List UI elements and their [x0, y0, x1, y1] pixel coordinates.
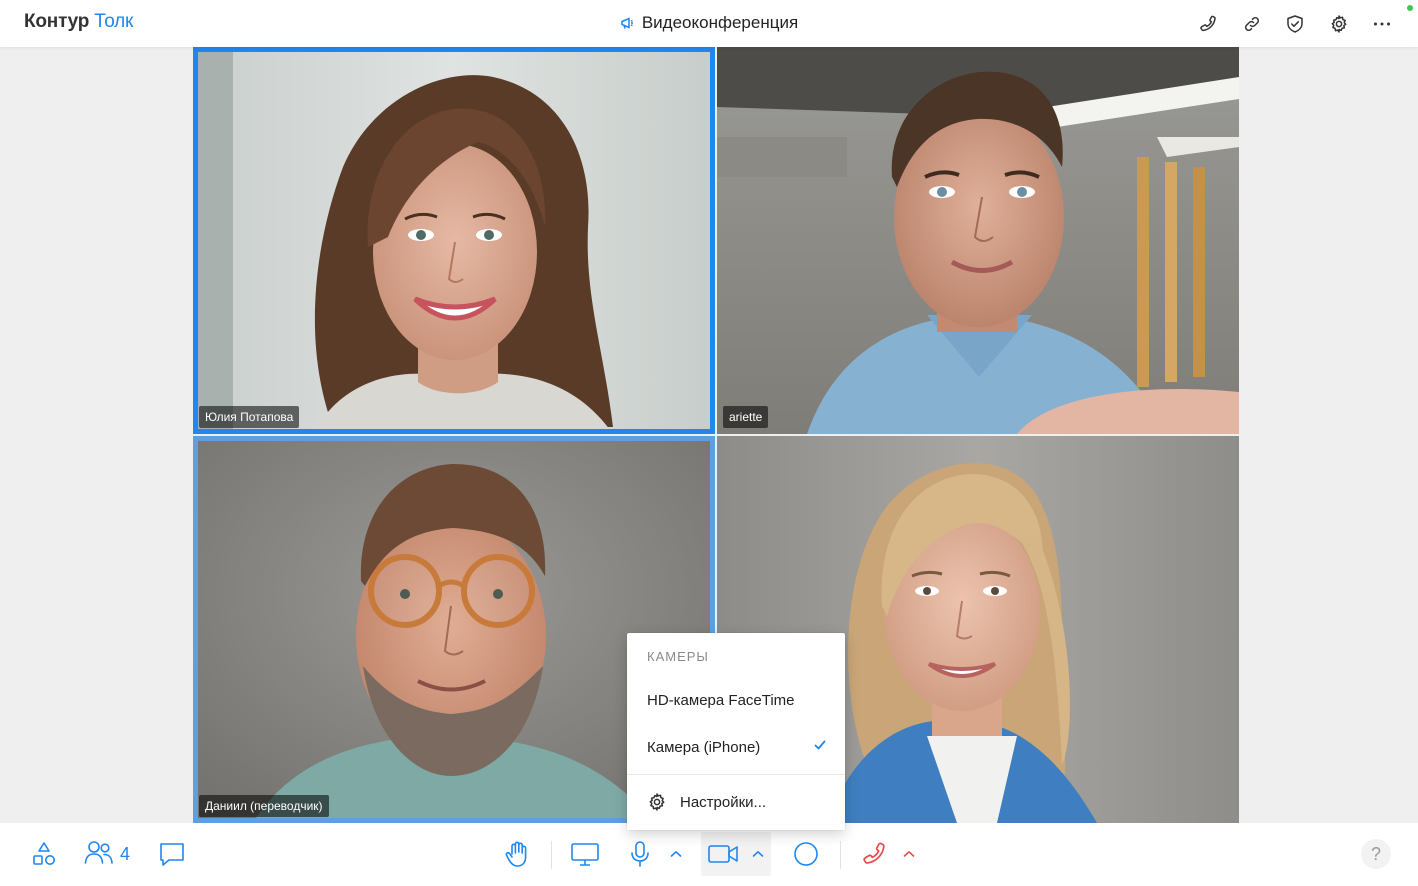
participant-name-tag: Даниил (переводчик): [199, 795, 329, 817]
camera-options-chevron-up-icon[interactable]: [748, 837, 768, 871]
participants-icon: [84, 839, 114, 870]
checkmark-icon: [813, 738, 827, 756]
shapes-icon[interactable]: [28, 837, 60, 871]
chat-icon[interactable]: [156, 837, 188, 871]
record-icon[interactable]: [790, 837, 822, 871]
more-icon[interactable]: [1361, 10, 1405, 38]
camera-option-facetime[interactable]: HD-камера FaceTime: [627, 678, 845, 722]
camera-option-label: Камера (iPhone): [647, 738, 761, 756]
online-status-dot: [1407, 5, 1413, 11]
phone-icon[interactable]: [1187, 10, 1231, 38]
video-tile-2[interactable]: ariette: [717, 47, 1239, 434]
participant-name-tag: Юлия Потапова: [199, 406, 300, 428]
participants-count: 4: [120, 843, 131, 864]
toolbar-divider: [551, 841, 552, 869]
participant-video: [717, 47, 1239, 434]
camera-menu: КАМЕРЫ HD-камера FaceTime Камера (iPhone…: [627, 633, 845, 830]
megaphone-icon: [620, 15, 634, 35]
screen-share-icon[interactable]: [568, 837, 602, 871]
menu-divider: [627, 774, 845, 775]
gear-icon: [647, 792, 667, 812]
video-tile-1[interactable]: Юлия Потапова: [193, 47, 715, 434]
camera-option-iphone[interactable]: Камера (iPhone): [627, 725, 845, 769]
bottom-toolbar: 4 ?: [0, 823, 1418, 886]
camera-icon[interactable]: [706, 837, 740, 871]
shield-check-icon[interactable]: [1274, 10, 1318, 38]
raise-hand-icon[interactable]: [500, 837, 534, 871]
hangup-options-chevron-up-icon[interactable]: [899, 837, 919, 871]
settings-label: Настройки...: [680, 793, 767, 811]
participant-video: [193, 47, 715, 434]
participants-button[interactable]: 4: [84, 837, 136, 871]
link-icon[interactable]: [1230, 10, 1274, 38]
camera-option-label: HD-камера FaceTime: [647, 691, 795, 709]
hangup-icon[interactable]: [858, 837, 890, 871]
help-label: ?: [1370, 843, 1381, 864]
toolbar-divider: [840, 841, 841, 869]
microphone-icon[interactable]: [626, 837, 654, 871]
microphone-options-chevron-up-icon[interactable]: [666, 837, 686, 871]
page-title: Видеоконференция: [641, 13, 799, 32]
header-actions: [1187, 10, 1405, 38]
camera-menu-header: КАМЕРЫ: [647, 649, 709, 664]
top-bar: Контур Толк Видеоконференция: [0, 0, 1418, 47]
camera-settings-item[interactable]: Настройки...: [627, 781, 845, 823]
help-icon[interactable]: ?: [1361, 839, 1391, 869]
gear-icon[interactable]: [1317, 10, 1361, 38]
participant-name-tag: ariette: [723, 406, 769, 428]
